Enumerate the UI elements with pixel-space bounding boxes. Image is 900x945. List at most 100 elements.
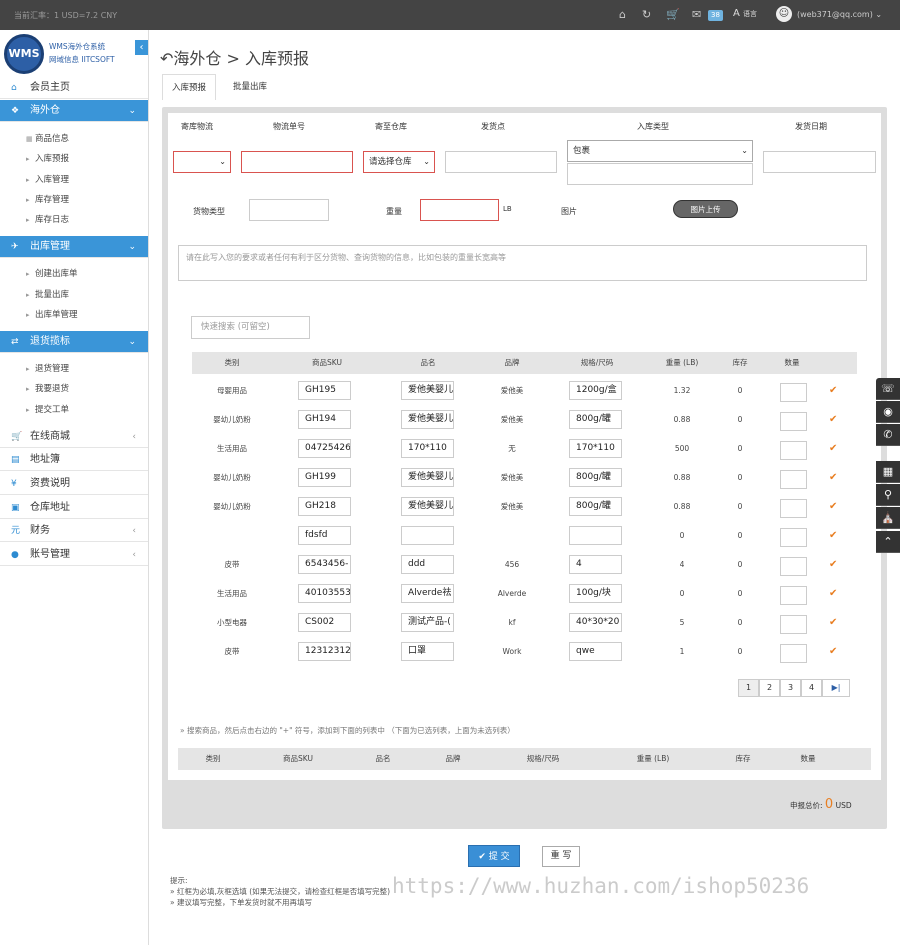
sidebar-subitem-inbound-manage[interactable]: ▸ 入库管理 [0, 170, 148, 190]
calculator-icon[interactable]: ▦ [876, 461, 900, 483]
tab-batch-outbound[interactable]: 批量出库 [224, 74, 276, 100]
sidebar-subitem-create-outbound[interactable]: ▸ 创建出库单 [0, 264, 148, 284]
warehouse-icon[interactable]: ⛪ [876, 507, 900, 529]
page-2-button[interactable]: 2 [759, 679, 780, 697]
sidebar-item-warehouse[interactable]: ❖ 海外仓 ⌄ [0, 100, 148, 122]
cell-sku[interactable]: GH194 [298, 410, 351, 429]
sidebar-subitem-inbound-forecast[interactable]: ▸ 入库预报 [0, 149, 148, 169]
add-check-icon[interactable]: ✔ [829, 463, 837, 492]
sidebar-subitem-request-return[interactable]: ▸ 我要退货 [0, 379, 148, 399]
sidebar-collapse-button[interactable]: ‹ [135, 40, 148, 55]
cell-spec[interactable]: 40*30*20 [569, 613, 622, 632]
quantity-input[interactable] [780, 412, 807, 431]
sidebar-subitem-stock-log[interactable]: ▸ 库存日志 [0, 210, 148, 230]
quantity-input[interactable] [780, 499, 807, 518]
weight-input[interactable] [420, 199, 499, 221]
quantity-input[interactable] [780, 644, 807, 663]
quantity-input[interactable] [780, 470, 807, 489]
image-upload-button[interactable]: 图片上传 [673, 200, 738, 218]
add-check-icon[interactable]: ✔ [829, 550, 837, 579]
submit-button[interactable]: ✔ 提 交 [468, 845, 520, 867]
reset-button[interactable]: 重 写 [542, 846, 580, 867]
sidebar-item-warehouse-address[interactable]: ▣ 仓库地址 [0, 497, 148, 519]
tracking-input[interactable] [241, 151, 353, 173]
add-check-icon[interactable]: ✔ [829, 608, 837, 637]
cell-spec[interactable]: 4 [569, 555, 622, 574]
quantity-input[interactable] [780, 383, 807, 402]
sidebar-item-fees[interactable]: ¥ 资费说明 [0, 473, 148, 495]
back-to-top-icon[interactable]: ⌃ [876, 531, 900, 553]
sidebar-item-outbound[interactable]: ✈ 出库管理 ⌄ [0, 236, 148, 258]
cell-name[interactable]: 爱他美婴儿 [401, 468, 454, 487]
cell-spec[interactable] [569, 526, 622, 545]
avatar[interactable]: ☺ [776, 6, 792, 22]
quantity-input[interactable] [780, 528, 807, 547]
cell-sku[interactable]: 6543456- [298, 555, 351, 574]
sidebar-subitem-return-manage[interactable]: ▸ 退货管理 [0, 359, 148, 379]
home-icon[interactable]: ⌂ [619, 8, 626, 21]
cell-spec[interactable]: 800g/罐 [569, 410, 622, 429]
carrier-select[interactable]: ⌄ [173, 151, 231, 173]
cell-name[interactable]: 爱他美婴儿 [401, 381, 454, 400]
wechat-icon[interactable]: ◉ [876, 401, 900, 423]
origin-input[interactable] [445, 151, 557, 173]
cell-name[interactable]: 170*110 [401, 439, 454, 458]
last-page-icon[interactable]: ▶| [822, 679, 850, 697]
sidebar-item-home[interactable]: ⌂ 会员主页 [0, 77, 148, 99]
cell-sku[interactable]: 04725426 [298, 439, 351, 458]
sidebar-item-address[interactable]: ▤ 地址簿 [0, 449, 148, 471]
cell-sku[interactable]: CS002 [298, 613, 351, 632]
cell-spec[interactable]: 170*110 [569, 439, 622, 458]
type-select[interactable]: 包裹 ⌄ [567, 140, 753, 162]
sidebar-subitem-batch-outbound[interactable]: ▸ 批量出库 [0, 285, 148, 305]
quantity-input[interactable] [780, 441, 807, 460]
search-input[interactable]: 快速搜索 (可留空) [191, 316, 310, 339]
add-check-icon[interactable]: ✔ [829, 521, 837, 550]
cell-name[interactable]: 测试产品-( [401, 613, 454, 632]
cell-name[interactable]: Alverde祛 [401, 584, 454, 603]
sidebar-item-finance[interactable]: 元财务 ‹ [0, 520, 148, 542]
cell-name[interactable] [401, 526, 454, 545]
add-check-icon[interactable]: ✔ [829, 405, 837, 434]
page-4-button[interactable]: 4 [801, 679, 822, 697]
sidebar-subitem-goods[interactable]: ▦ 商品信息 [0, 129, 148, 149]
tab-inbound-forecast[interactable]: 入库预报 [162, 74, 217, 100]
cell-sku[interactable]: GH199 [298, 468, 351, 487]
note-textarea[interactable]: 请在此写入您的要求或者任何有利于区分货物、查询货物的信息，比如包装的重量长宽高等 [178, 245, 867, 281]
cell-name[interactable]: 爱他美婴儿 [401, 410, 454, 429]
cell-name[interactable]: ddd [401, 555, 454, 574]
sidebar-item-shop[interactable]: 🛒 在线商城 ‹ [0, 426, 148, 448]
warehouse-select[interactable]: 请选择仓库 ⌄ [363, 151, 435, 173]
sidebar-subitem-outbound-manage[interactable]: ▸ 出库单管理 [0, 305, 148, 325]
user-menu[interactable]: (web371@qq.com) ⌄ [797, 10, 882, 19]
language-switch[interactable]: A 语言 [733, 8, 757, 19]
add-check-icon[interactable]: ✔ [829, 579, 837, 608]
cell-spec[interactable]: 800g/罐 [569, 468, 622, 487]
page-3-button[interactable]: 3 [780, 679, 801, 697]
cell-sku[interactable]: 40103553 [298, 584, 351, 603]
location-icon[interactable]: ⚲ [876, 484, 900, 506]
cell-name[interactable]: 爱他美婴儿 [401, 497, 454, 516]
cell-sku[interactable]: GH218 [298, 497, 351, 516]
refresh-icon[interactable]: ↻ [642, 8, 651, 21]
add-check-icon[interactable]: ✔ [829, 492, 837, 521]
sidebar-subitem-submit-ticket[interactable]: ▸ 提交工单 [0, 400, 148, 420]
add-check-icon[interactable]: ✔ [829, 434, 837, 463]
cell-name[interactable]: 口罩 [401, 642, 454, 661]
cart-icon[interactable]: 🛒 [666, 8, 680, 21]
sidebar-item-returns[interactable]: ⇄ 退货揽标 ⌄ [0, 331, 148, 353]
cell-spec[interactable]: 100g/块 [569, 584, 622, 603]
type-detail-input[interactable] [567, 163, 753, 185]
quantity-input[interactable] [780, 557, 807, 576]
goods-type-input[interactable] [249, 199, 329, 221]
phone-icon[interactable]: ✆ [876, 424, 900, 446]
ship-date-input[interactable] [763, 151, 876, 173]
cell-sku[interactable]: 12312312 [298, 642, 351, 661]
cell-sku[interactable]: fdsfd [298, 526, 351, 545]
quantity-input[interactable] [780, 586, 807, 605]
mail-icon[interactable]: ✉ [692, 8, 701, 21]
add-check-icon[interactable]: ✔ [829, 376, 837, 405]
quantity-input[interactable] [780, 615, 807, 634]
cell-spec[interactable]: 800g/罐 [569, 497, 622, 516]
sidebar-item-account[interactable]: ● 账号管理 ‹ [0, 544, 148, 566]
